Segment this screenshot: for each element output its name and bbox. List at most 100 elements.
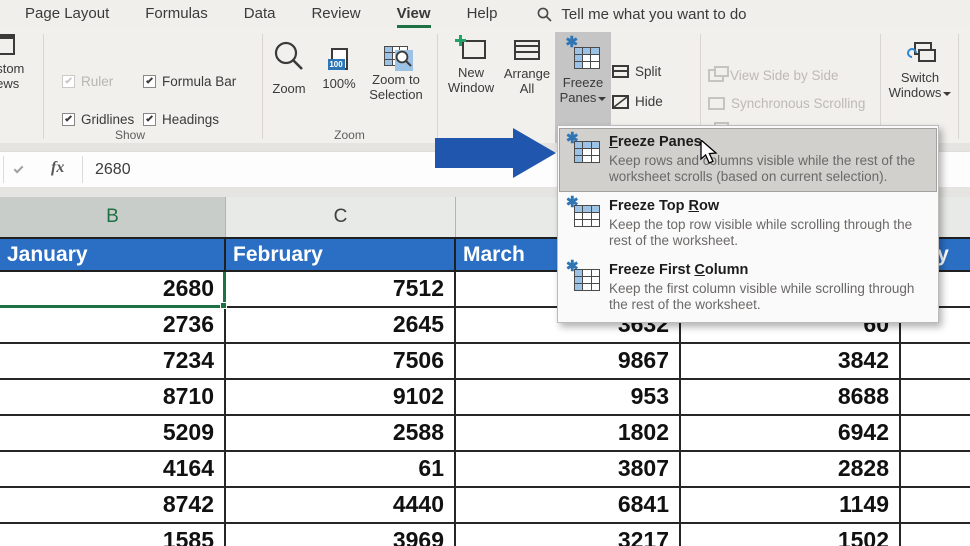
cell[interactable]: 5209 (0, 416, 226, 450)
checkbox-formula-bar[interactable]: Formula Bar (143, 74, 236, 89)
new-window-button[interactable]: New Window (443, 40, 499, 95)
cell[interactable] (901, 416, 970, 450)
new-window-label-2: Window (448, 80, 494, 95)
ruler-label: Ruler (81, 74, 113, 89)
cell[interactable]: 1585 (0, 524, 226, 546)
cell[interactable]: 3842 (681, 344, 901, 378)
cell[interactable]: 2828 (681, 452, 901, 486)
excel-window: Page Layout Formulas Data Review View He… (0, 0, 970, 546)
enter-check-icon[interactable] (14, 164, 24, 174)
cell[interactable] (901, 452, 970, 486)
cell[interactable]: 8742 (0, 488, 226, 522)
tab-data[interactable]: Data (244, 0, 276, 28)
table-row: 1585 3969 3217 1502 (0, 524, 970, 546)
switch-windows-label-1: Switch (901, 70, 939, 85)
mouse-cursor (700, 140, 722, 166)
cell[interactable]: 6942 (681, 416, 901, 450)
zoom-100-button[interactable]: 100 100% (317, 44, 361, 91)
custom-views-button[interactable]: Custom Views (0, 34, 34, 91)
cell[interactable]: 4440 (226, 488, 456, 522)
cell[interactable]: 7234 (0, 344, 226, 378)
column-header-C[interactable]: C (226, 197, 456, 237)
menu-item-title: Freeze Top Row (609, 198, 928, 215)
menu-item-freeze-panes[interactable]: Freeze Panes Keep rows and columns visib… (559, 128, 937, 192)
cell[interactable]: 2736 (0, 308, 226, 342)
cell[interactable]: 953 (456, 380, 681, 414)
cell[interactable]: 6841 (456, 488, 681, 522)
custom-views-label-1: Custom (0, 61, 24, 76)
cell[interactable]: 3969 (226, 524, 456, 546)
cell[interactable]: 9867 (456, 344, 681, 378)
tab-help[interactable]: Help (467, 0, 498, 28)
freeze-panes-label-2: Panes (560, 90, 607, 105)
cell[interactable]: 61 (226, 452, 456, 486)
cell-B2-selected[interactable]: 2680 (0, 272, 226, 306)
cell[interactable] (901, 488, 970, 522)
cell[interactable]: 2645 (226, 308, 456, 342)
freeze-panes-menu-icon (567, 134, 600, 163)
checkbox-ruler[interactable]: Ruler (62, 74, 113, 89)
column-header-B[interactable]: B (0, 197, 226, 237)
group-divider (880, 34, 881, 139)
cell[interactable]: 4164 (0, 452, 226, 486)
view-side-by-side-icon (708, 69, 724, 82)
synchronous-scrolling-button[interactable]: Synchronous Scrolling (708, 96, 865, 111)
zoom-to-selection-button[interactable]: Zoom to Selection (363, 46, 429, 102)
tab-formulas[interactable]: Formulas (145, 0, 208, 28)
selection-fill-handle[interactable] (220, 302, 227, 309)
group-divider (958, 34, 959, 139)
formula-bar-label: Formula Bar (162, 74, 236, 89)
tab-view[interactable]: View (397, 0, 431, 28)
cell[interactable]: 1502 (681, 524, 901, 546)
divider (82, 156, 83, 183)
arrange-all-label-1: Arrange (504, 66, 550, 81)
freeze-panes-dropdown: Freeze Panes Keep rows and columns visib… (557, 125, 939, 323)
tab-review[interactable]: Review (311, 0, 360, 28)
cell[interactable] (901, 344, 970, 378)
custom-views-icon (0, 34, 15, 55)
cell[interactable]: 8688 (681, 380, 901, 414)
cell[interactable]: 9102 (226, 380, 456, 414)
cell[interactable]: 7506 (226, 344, 456, 378)
checkbox-headings[interactable]: Headings (143, 112, 219, 127)
group-divider (262, 34, 263, 139)
formula-input[interactable]: 2680 (95, 161, 131, 179)
freeze-top-row-menu-icon (567, 198, 600, 227)
table-row: 5209 2588 1802 6942 (0, 416, 970, 452)
menu-item-title: Freeze First Column (609, 262, 928, 279)
tab-page-layout[interactable]: Page Layout (25, 0, 109, 28)
dropdown-caret-icon (943, 92, 951, 100)
tell-me-search[interactable]: Tell me what you want to do (537, 0, 746, 28)
table-row: 8742 4440 6841 1149 (0, 488, 970, 524)
month-header-cell[interactable]: January (0, 239, 226, 270)
cell[interactable]: 3217 (456, 524, 681, 546)
menu-item-freeze-top-row[interactable]: Freeze Top Row Keep the top row visible … (559, 192, 937, 256)
month-header-cell[interactable]: February (226, 239, 456, 270)
zoom-to-selection-label-2: Selection (369, 87, 422, 102)
checkbox-gridlines[interactable]: Gridlines (62, 112, 134, 127)
cell[interactable]: 2588 (226, 416, 456, 450)
pointer-arrow-annotation (435, 127, 557, 179)
menu-item-description: Keep the first column visible while scro… (609, 281, 928, 312)
new-window-icon (462, 40, 486, 59)
cell[interactable]: 1149 (681, 488, 901, 522)
menu-item-freeze-first-column[interactable]: Freeze First Column Keep the first colum… (559, 256, 937, 320)
cell[interactable]: 8710 (0, 380, 226, 414)
arrange-all-button[interactable]: Arrange All (499, 40, 555, 96)
hide-icon (612, 95, 629, 109)
zoom-button[interactable]: Zoom (266, 40, 312, 96)
split-button[interactable]: Split (612, 64, 661, 79)
table-row: 4164 61 3807 2828 (0, 452, 970, 488)
hide-button[interactable]: Hide (612, 94, 663, 109)
cell[interactable]: 7512 (226, 272, 456, 306)
cell[interactable]: 3807 (456, 452, 681, 486)
zoom-to-selection-icon (384, 46, 408, 66)
custom-views-label-2: Views (0, 76, 19, 91)
view-side-by-side-button[interactable]: View Side by Side (708, 68, 839, 83)
cell[interactable] (901, 524, 970, 546)
cell[interactable] (901, 380, 970, 414)
switch-windows-button[interactable]: Switch Windows (888, 42, 952, 100)
table-row: 8710 9102 953 8688 (0, 380, 970, 416)
insert-function-icon[interactable]: fx (51, 159, 64, 177)
cell[interactable]: 1802 (456, 416, 681, 450)
